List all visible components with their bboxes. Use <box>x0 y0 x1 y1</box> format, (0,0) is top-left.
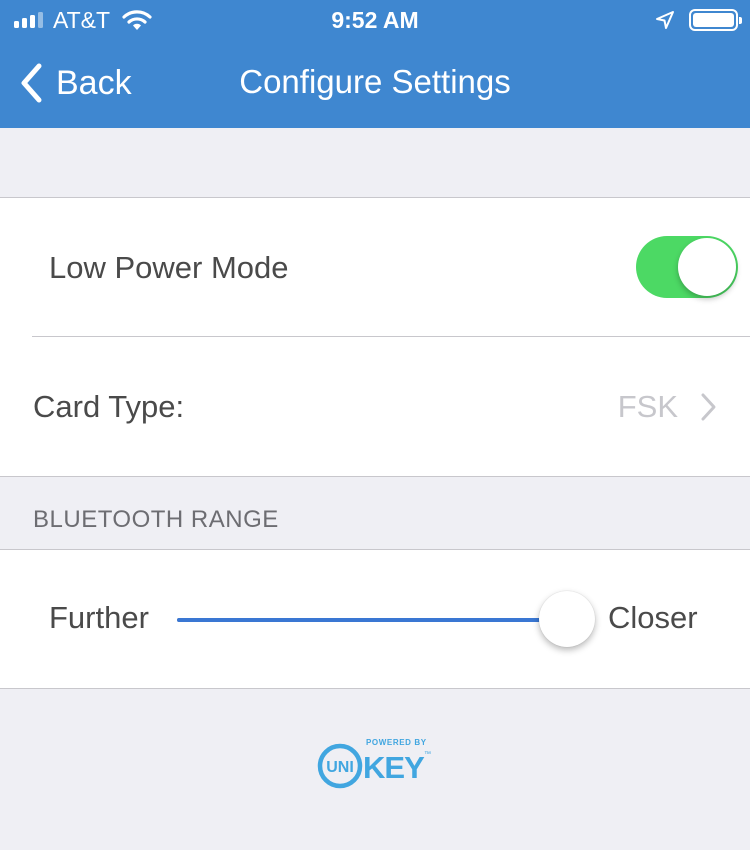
svg-text:™: ™ <box>424 751 431 758</box>
svg-text:POWERED BY: POWERED BY <box>366 738 427 747</box>
range-max-label: Closer <box>608 600 698 635</box>
location-arrow-icon <box>655 10 675 30</box>
toggle-knob <box>678 238 736 296</box>
low-power-mode-label: Low Power Mode <box>49 249 289 285</box>
bluetooth-range-header: BLUETOOTH RANGE <box>33 506 279 533</box>
low-power-mode-toggle[interactable] <box>636 236 738 298</box>
svg-text:KEY: KEY <box>363 750 425 785</box>
navigation-bar: Back Configure Settings <box>0 40 750 128</box>
bluetooth-range-slider[interactable] <box>177 591 595 647</box>
chevron-right-icon <box>700 392 718 422</box>
card-type-row[interactable]: Card Type: FSK <box>0 337 750 477</box>
svg-text:UNI: UNI <box>326 759 354 776</box>
page-title: Configure Settings <box>239 63 511 100</box>
slider-thumb[interactable] <box>539 591 595 647</box>
status-bar: AT&T 9:52 AM <box>0 0 750 40</box>
unikey-logo: POWERED BY UNI KEY ™ <box>316 736 436 792</box>
battery-icon <box>689 9 742 31</box>
status-right <box>655 9 742 31</box>
settings-group: Low Power Mode Card Type: FSK <box>0 197 750 477</box>
range-min-label: Further <box>49 600 149 635</box>
card-type-value: FSK <box>617 389 678 424</box>
status-time: 9:52 AM <box>331 7 419 33</box>
card-type-label: Card Type: <box>33 389 185 424</box>
low-power-mode-row: Low Power Mode <box>0 198 750 337</box>
slider-fill <box>177 618 567 622</box>
